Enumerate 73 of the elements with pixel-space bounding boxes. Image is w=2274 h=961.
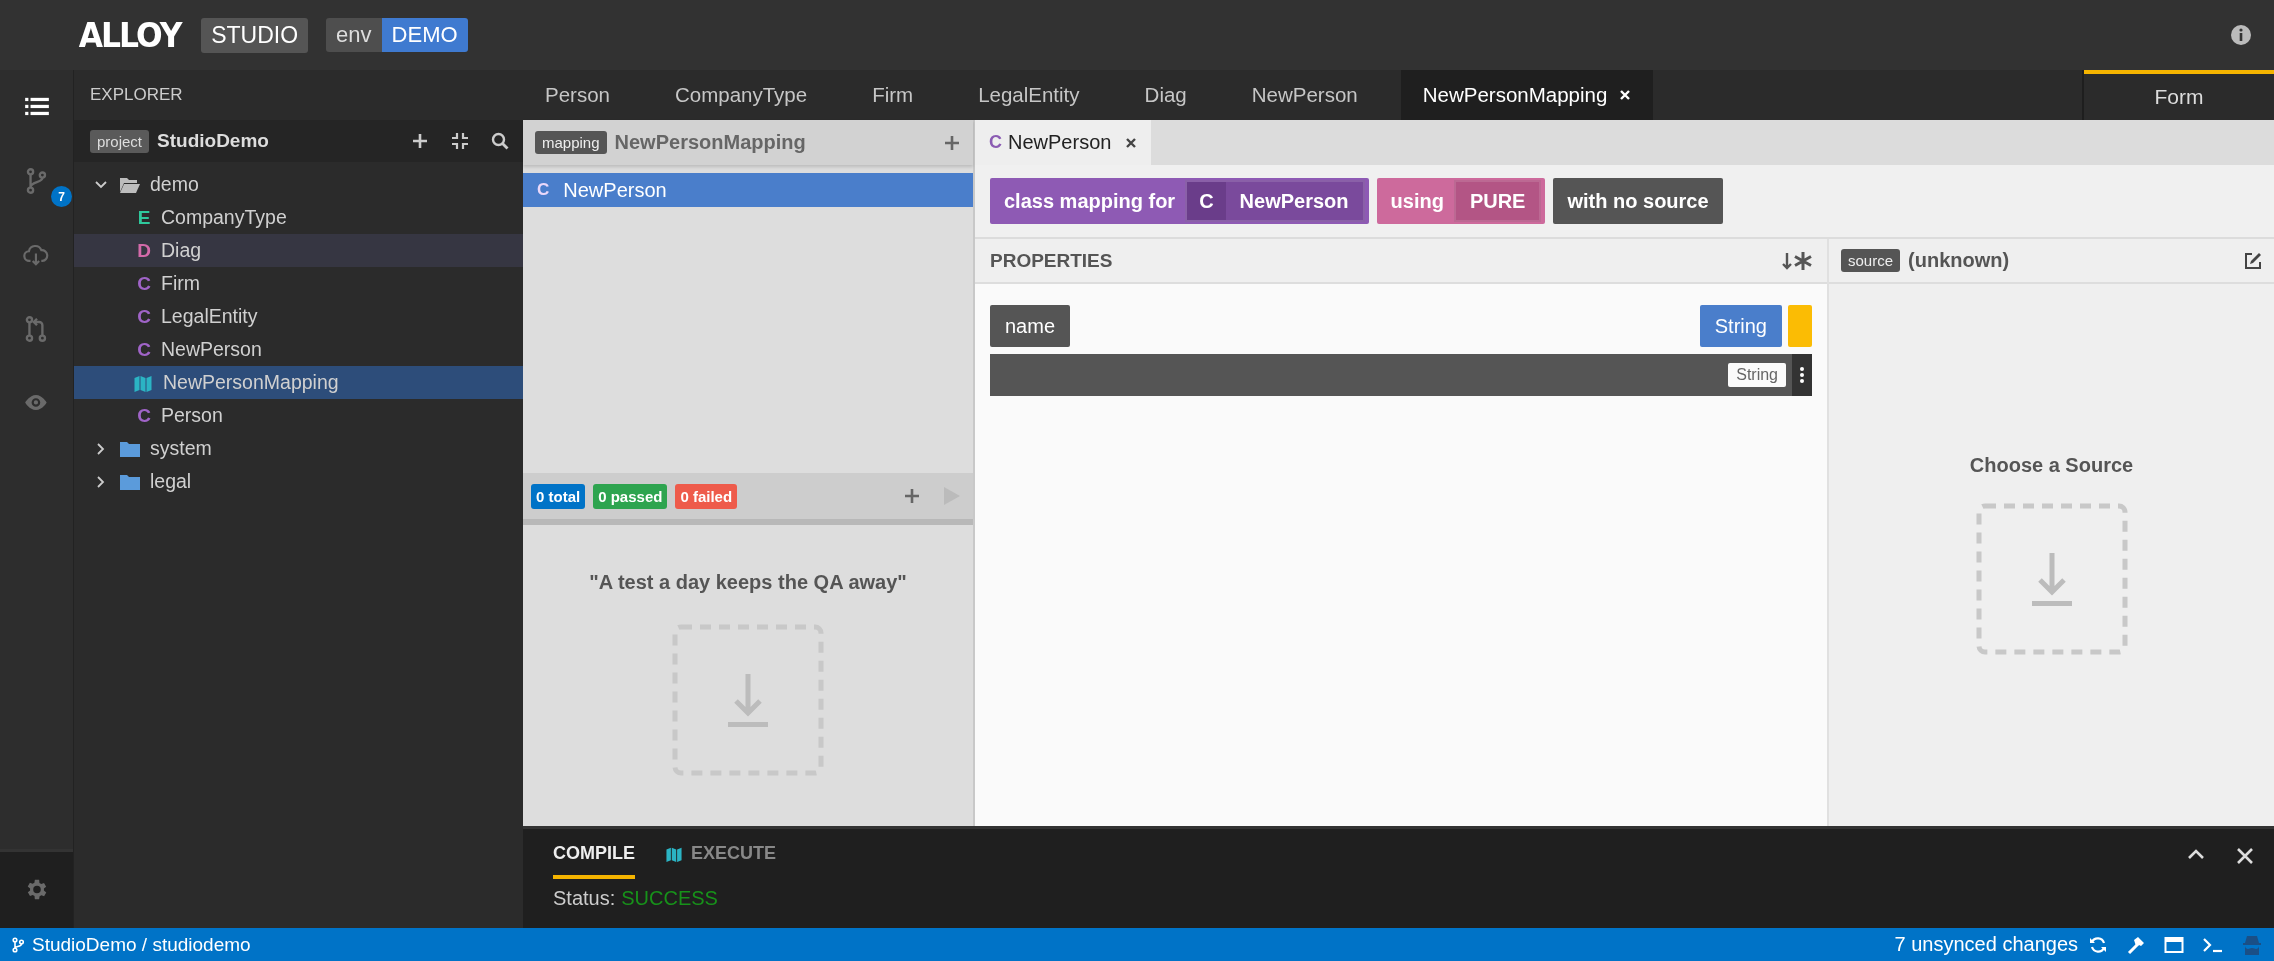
empty-message: Choose a Source xyxy=(1969,454,2134,477)
open-folder-icon xyxy=(119,175,141,194)
empty-message: "A test a day keeps the QA away" xyxy=(589,571,907,594)
editor-tab[interactable]: Firm xyxy=(850,70,936,120)
folder-icon xyxy=(119,439,141,458)
type-letter-icon: D xyxy=(136,239,152,262)
type-button[interactable]: String xyxy=(1699,305,1782,347)
class-tab[interactable]: C NewPerson xyxy=(975,120,1152,165)
tree-item[interactable]: NewPersonMapping xyxy=(74,366,523,399)
product-badge: STUDIO xyxy=(201,17,309,53)
collapse-icon[interactable] xyxy=(451,132,469,150)
map-icon xyxy=(665,845,683,862)
tree-item[interactable]: demo xyxy=(74,168,523,201)
type-letter-icon: C xyxy=(136,305,152,328)
source-tag: source xyxy=(1841,249,1901,272)
tree-item[interactable]: legal xyxy=(74,465,523,498)
editor-tab[interactable]: NewPerson xyxy=(1229,70,1380,120)
chip-label: using xyxy=(1390,189,1444,213)
chevron-up-icon[interactable] xyxy=(2186,847,2206,861)
source-value: (unknown) xyxy=(1908,249,2010,272)
search-icon[interactable] xyxy=(491,132,509,150)
editor-tab[interactable]: Person xyxy=(523,70,632,120)
map-icon xyxy=(132,373,154,392)
status-line: Status: SUCCESS xyxy=(552,886,719,911)
sync-icon[interactable] xyxy=(2088,934,2108,955)
tree-item[interactable]: system xyxy=(74,432,523,465)
more-icon[interactable] xyxy=(1792,354,1812,396)
tree-item[interactable]: C Person xyxy=(74,399,523,432)
chip-value: C NewPerson xyxy=(1185,180,1365,222)
test-count-badge: 0 total xyxy=(531,483,586,509)
test-count-badge: 0 passed xyxy=(593,483,668,509)
panel-title: PROPERTIES xyxy=(990,249,1113,272)
workspace-link[interactable]: StudioDemo / studiodemo xyxy=(12,933,251,956)
window-icon[interactable] xyxy=(2164,934,2184,955)
logo: ALLOY xyxy=(78,15,181,55)
chip-label: with no source xyxy=(1567,189,1709,213)
tree-item[interactable]: C NewPerson xyxy=(74,333,523,366)
editor-tab[interactable]: LegalEntity xyxy=(956,70,1102,120)
project-name: StudioDemo xyxy=(157,130,269,152)
folder-icon xyxy=(119,472,141,491)
branch-icon xyxy=(12,936,24,953)
tree-item[interactable]: E CompanyType xyxy=(74,201,523,234)
property-name: name xyxy=(990,305,1071,347)
chip-label: class mapping for xyxy=(1004,189,1176,213)
type-tag: String xyxy=(1728,363,1786,387)
hammer-icon[interactable] xyxy=(2126,934,2146,955)
editor-tab[interactable]: Diag xyxy=(1122,70,1209,120)
sort-icon[interactable] xyxy=(1782,250,1812,271)
type-letter-icon: C xyxy=(136,404,152,427)
info-icon[interactable] xyxy=(2230,24,2252,46)
mapping-title: NewPersonMapping xyxy=(614,131,806,154)
type-letter-icon: E xyxy=(136,206,152,229)
project-tag: project xyxy=(90,129,150,153)
panel-title: EXPLORER xyxy=(90,85,183,105)
tree-item[interactable]: D Diag xyxy=(74,234,523,267)
editor-tab[interactable]: CompanyType xyxy=(652,70,830,120)
expression-field[interactable]: String xyxy=(990,354,1812,396)
tree-item[interactable]: C Firm xyxy=(74,267,523,300)
test-count-badge: 0 failed xyxy=(675,483,738,509)
mapping-tag: mapping xyxy=(535,131,607,154)
type-letter-icon: C xyxy=(136,338,152,361)
count-badge: 7 xyxy=(51,186,72,207)
unsynced-changes: 7 unsynced changes xyxy=(1894,933,2078,956)
panel-tab[interactable]: COMPILE xyxy=(553,829,635,879)
edit-icon[interactable] xyxy=(2244,251,2262,270)
type-letter-icon: C xyxy=(136,272,152,295)
editor-tab[interactable]: NewPersonMapping xyxy=(1400,70,1654,120)
chip-value: PURE xyxy=(1453,180,1542,222)
panel-tab[interactable]: EXECUTE xyxy=(665,829,777,879)
tree-item[interactable]: C LegalEntity xyxy=(74,300,523,333)
mapping-item[interactable]: C NewPerson xyxy=(523,173,973,207)
close-icon[interactable] xyxy=(1125,136,1138,149)
class-letter-icon: C xyxy=(537,180,550,200)
